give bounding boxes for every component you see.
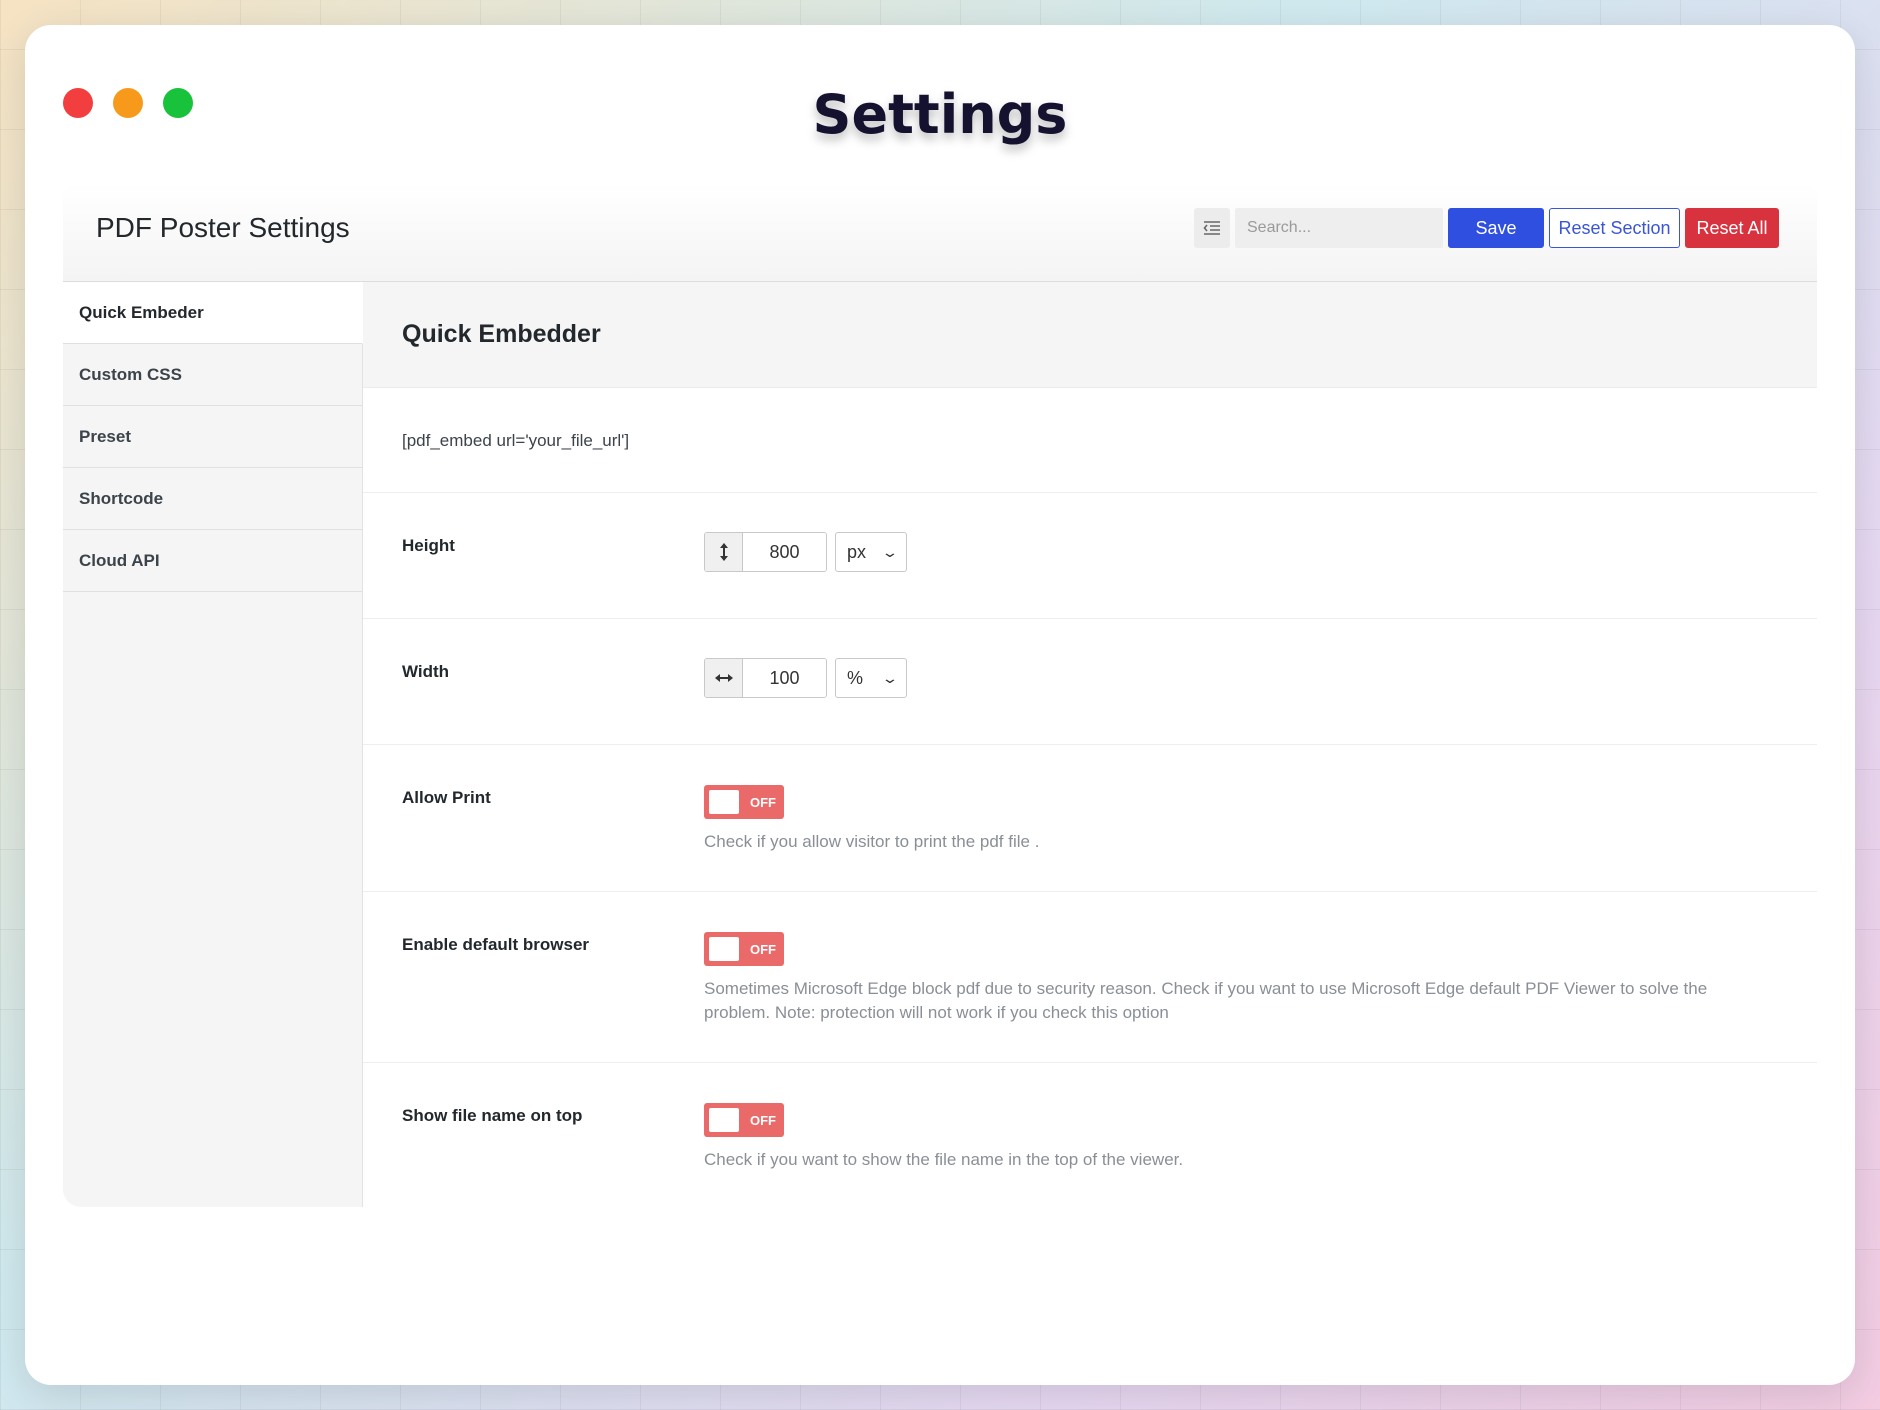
list-indent-icon <box>1203 221 1220 235</box>
width-label: Width <box>402 662 450 681</box>
vertical-arrows-icon <box>705 533 743 571</box>
search-input[interactable] <box>1235 208 1443 248</box>
height-input[interactable] <box>743 533 826 571</box>
default-browser-row: Enable default browser OFF Sometimes Mic… <box>363 892 1817 1063</box>
allow-print-row: Allow Print OFF Check if you allow visit… <box>363 745 1817 892</box>
height-control: px ⌄ <box>704 532 907 572</box>
default-browser-toggle[interactable]: OFF <box>704 932 784 966</box>
width-unit-select[interactable]: % ⌄ <box>835 658 907 698</box>
section-title: Quick Embedder <box>363 282 1817 388</box>
page-title: PDF Poster Settings <box>96 212 350 243</box>
height-input-group <box>704 532 827 572</box>
sidebar-item-preset[interactable]: Preset <box>63 406 362 468</box>
show-file-name-description: Check if you want to show the file name … <box>704 1150 1184 1169</box>
sidebar-item-shortcode[interactable]: Shortcode <box>63 468 362 530</box>
sidebar-item-label: Shortcode <box>79 488 164 508</box>
sidebar-item-label: Cloud API <box>79 550 160 570</box>
toggle-state: OFF <box>750 794 776 810</box>
horizontal-arrows-icon <box>705 659 743 697</box>
height-unit-select[interactable]: px ⌄ <box>835 532 907 572</box>
default-browser-label: Enable default browser <box>402 935 590 954</box>
height-row: Height px ⌄ <box>363 493 1817 619</box>
toggle-nav-button[interactable] <box>1194 208 1230 248</box>
sidebar-item-label: Custom CSS <box>79 364 182 384</box>
chevron-down-icon: ⌄ <box>881 669 899 686</box>
width-control: % ⌄ <box>704 658 907 698</box>
height-unit-value: px <box>847 541 867 562</box>
allow-print-toggle[interactable]: OFF <box>704 785 784 819</box>
settings-sidebar: Quick Embeder Custom CSS Preset Shortcod… <box>63 282 363 1207</box>
width-row: Width % ⌄ <box>363 619 1817 745</box>
default-browser-description: Sometimes Microsoft Edge block pdf due t… <box>704 979 1708 1022</box>
toggle-knob <box>709 1108 739 1132</box>
sidebar-item-cloud-api[interactable]: Cloud API <box>63 530 362 592</box>
shortcode-row: [pdf_embed url='your_file_url'] <box>363 388 1817 493</box>
allow-print-description: Check if you allow visitor to print the … <box>704 832 1040 851</box>
shortcode-text: [pdf_embed url='your_file_url'] <box>402 431 630 450</box>
sidebar-item-label: Preset <box>79 426 131 446</box>
height-label: Height <box>402 536 455 555</box>
sidebar-item-custom-css[interactable]: Custom CSS <box>63 344 362 406</box>
settings-panel: PDF Poster Settings Save Reset Section R… <box>63 182 1817 1207</box>
show-file-name-toggle[interactable]: OFF <box>704 1103 784 1137</box>
reset-all-button[interactable]: Reset All <box>1685 208 1779 248</box>
reset-section-button[interactable]: Reset Section <box>1549 208 1680 248</box>
toggle-knob <box>709 790 739 814</box>
toggle-knob <box>709 937 739 961</box>
show-file-name-label: Show file name on top <box>402 1106 583 1125</box>
toggle-state: OFF <box>750 941 776 957</box>
toggle-state: OFF <box>750 1112 776 1128</box>
settings-content: Quick Embedder [pdf_embed url='your_file… <box>363 282 1817 1207</box>
allow-print-label: Allow Print <box>402 788 491 807</box>
width-input-group <box>704 658 827 698</box>
sidebar-item-label: Quick Embeder <box>79 302 204 322</box>
window-title: Settings <box>812 83 1068 146</box>
width-unit-value: % <box>847 667 864 688</box>
settings-header: PDF Poster Settings Save Reset Section R… <box>63 182 1817 282</box>
show-file-name-row: Show file name on top OFF Check if you w… <box>363 1063 1817 1203</box>
sidebar-item-quick-embeder[interactable]: Quick Embeder <box>63 282 363 344</box>
save-button[interactable]: Save <box>1448 208 1544 248</box>
app-window: Settings PDF Poster Settings Save Reset … <box>25 25 1855 1385</box>
width-input[interactable] <box>743 659 826 697</box>
chevron-down-icon: ⌄ <box>881 543 899 560</box>
